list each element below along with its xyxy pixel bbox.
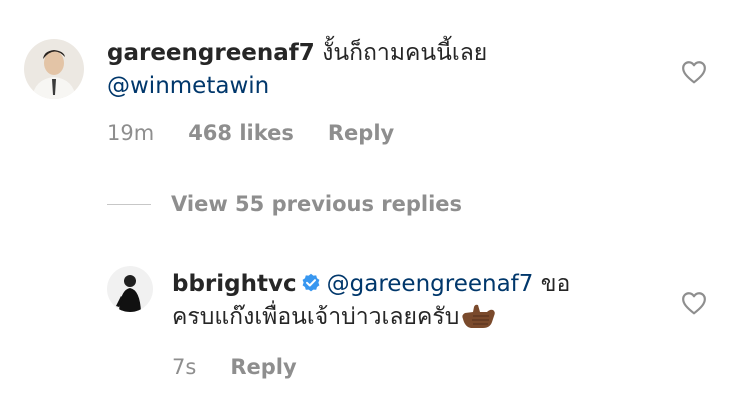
comment-likes[interactable]: 468 likes	[188, 121, 294, 145]
divider-line	[107, 203, 151, 205]
comment-mention-link[interactable]: @winmetawin	[107, 73, 269, 99]
reply-text-line1: ขอ	[540, 271, 571, 297]
comment-body: gareengreenaf7 งั้นก็ถามคนนี้เลย @winmet…	[107, 37, 667, 103]
comment-timestamp: 19m	[107, 121, 155, 145]
reply-username[interactable]: bbrightvc	[172, 271, 297, 297]
heart-icon[interactable]	[681, 60, 707, 84]
heart-icon[interactable]	[681, 291, 707, 315]
verified-badge-icon	[302, 273, 320, 292]
profile-photo-icon	[24, 39, 84, 99]
reply-reply-button[interactable]: Reply	[230, 355, 296, 379]
view-previous-replies[interactable]: View 55 previous replies	[107, 192, 462, 216]
comment-reply-button[interactable]: Reply	[328, 121, 394, 145]
reply-avatar[interactable]	[107, 266, 153, 312]
avatar[interactable]	[24, 39, 84, 99]
view-replies-label[interactable]: View 55 previous replies	[171, 192, 462, 216]
profile-photo-icon	[107, 266, 153, 312]
reply-meta: 7s Reply	[172, 355, 331, 379]
reply-mention-link[interactable]: @gareengreenaf7	[327, 271, 534, 297]
comment-text: งั้นก็ถามคนนี้เลย	[322, 40, 488, 66]
call-me-hand-icon	[462, 304, 496, 328]
reply-text-line2: ครบแก๊งเพื่อนเจ้าบ่าวเลยครับ	[172, 304, 460, 330]
reply-timestamp: 7s	[172, 355, 197, 379]
comment-meta: 19m 468 likes Reply	[107, 121, 428, 145]
reply-body: bbrightvc @gareengreenaf7 ขอ ครบแก๊งเพื่อ…	[172, 268, 642, 334]
comment-username[interactable]: gareengreenaf7	[107, 40, 315, 66]
